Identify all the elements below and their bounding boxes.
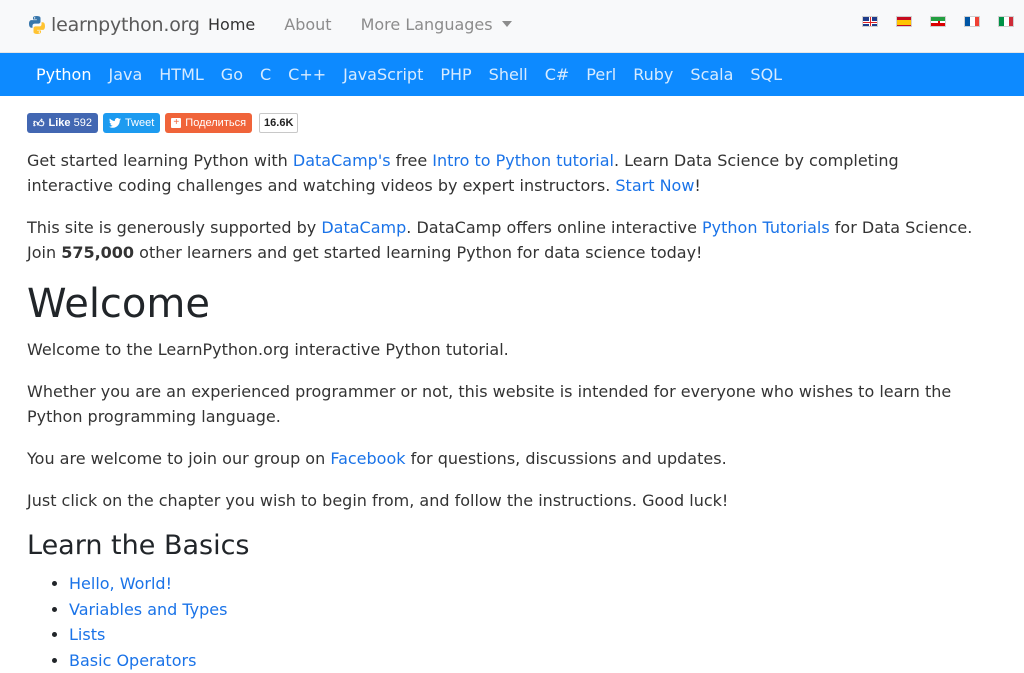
flag-italy-icon[interactable] (998, 16, 1014, 27)
flag-spain-icon[interactable] (896, 16, 912, 27)
tweet-label: Tweet (125, 117, 154, 129)
nav-about-link[interactable]: About (284, 15, 331, 34)
site-logo[interactable]: learnpython.org (27, 14, 200, 36)
intro-text: . DataCamp offers online interactive (406, 218, 702, 237)
lang-shell-link[interactable]: Shell (489, 65, 528, 84)
share-button[interactable]: + Поделиться (165, 113, 252, 133)
python-logo-icon (27, 15, 47, 35)
welcome-paragraph-1: Welcome to the LearnPython.org interacti… (27, 337, 987, 362)
lang-html-link[interactable]: HTML (159, 65, 204, 84)
intro-paragraph-1: Get started learning Python with DataCam… (27, 148, 987, 198)
nav-home-link[interactable]: Home (208, 15, 255, 34)
share-count: 16.6K (259, 113, 298, 133)
twitter-bird-icon (109, 118, 121, 128)
python-tutorials-link[interactable]: Python Tutorials (702, 218, 830, 237)
list-item: Variables and Types (69, 597, 987, 623)
intro-text: Get started learning Python with (27, 151, 293, 170)
lang-cpp-link[interactable]: C++ (288, 65, 326, 84)
lang-python-link[interactable]: Python (36, 65, 91, 84)
like-count: 592 (74, 117, 92, 129)
welcome-paragraph-4: Just click on the chapter you wish to be… (27, 488, 987, 513)
welcome-paragraph-2: Whether you are an experienced programme… (27, 379, 987, 429)
tweet-button[interactable]: Tweet (103, 113, 160, 133)
lang-java-link[interactable]: Java (108, 65, 142, 84)
lang-php-link[interactable]: PHP (440, 65, 471, 84)
social-buttons: 👍︎ Like 592 Tweet + Поделиться 16.6K (27, 112, 987, 134)
welcome-text: You are welcome to join our group on (27, 449, 330, 468)
flag-france-icon[interactable] (964, 16, 980, 27)
intro-paragraph-2: This site is generously supported by Dat… (27, 215, 987, 265)
learn-basics-heading: Learn the Basics (27, 530, 987, 561)
datacamp-link[interactable]: DataCamp's (293, 151, 391, 170)
lang-csharp-link[interactable]: C# (545, 65, 570, 84)
lang-c-link[interactable]: C (260, 65, 271, 84)
facebook-group-link[interactable]: Facebook (330, 449, 405, 468)
main-nav: Home About More Languages (208, 15, 541, 34)
top-navbar: learnpython.org Home About More Language… (0, 0, 1024, 53)
learner-count: 575,000 (61, 243, 134, 262)
intro-text: ! (694, 176, 700, 195)
like-label: Like (49, 117, 71, 129)
chapter-hello-world-link[interactable]: Hello, World! (69, 574, 172, 593)
basics-chapter-list: Hello, World! Variables and Types Lists … (27, 571, 987, 673)
logo-text: learnpython.org (51, 14, 200, 36)
intro-text: This site is generously supported by (27, 218, 321, 237)
nav-more-languages-label: More Languages (361, 15, 493, 34)
intro-text: free (391, 151, 433, 170)
intro-tutorial-link[interactable]: Intro to Python tutorial (432, 151, 614, 170)
plus-icon: + (171, 118, 181, 128)
flag-iran-icon[interactable] (930, 16, 946, 27)
list-item: Basic Operators (69, 648, 987, 673)
lang-sql-link[interactable]: SQL (750, 65, 782, 84)
list-item: Lists (69, 622, 987, 648)
welcome-text: for questions, discussions and updates. (406, 449, 727, 468)
caret-down-icon (502, 21, 512, 27)
lang-perl-link[interactable]: Perl (586, 65, 616, 84)
chapter-variables-types-link[interactable]: Variables and Types (69, 600, 227, 619)
lang-go-link[interactable]: Go (221, 65, 243, 84)
welcome-heading: Welcome (27, 279, 987, 329)
main-content: 👍︎ Like 592 Tweet + Поделиться 16.6K Get… (27, 112, 987, 673)
thumbs-up-icon: 👍︎ (33, 117, 45, 130)
lang-javascript-link[interactable]: JavaScript (343, 65, 423, 84)
language-flags (844, 16, 1014, 27)
flag-uk-icon[interactable] (862, 16, 878, 27)
share-label: Поделиться (185, 117, 246, 129)
chapter-basic-operators-link[interactable]: Basic Operators (69, 651, 196, 670)
programming-language-bar: Python Java HTML Go C C++ JavaScript PHP… (0, 53, 1024, 96)
start-now-link[interactable]: Start Now (615, 176, 694, 195)
facebook-like-button[interactable]: 👍︎ Like 592 (27, 113, 98, 133)
list-item: Hello, World! (69, 571, 987, 597)
nav-more-languages-dropdown[interactable]: More Languages (361, 15, 512, 34)
chapter-lists-link[interactable]: Lists (69, 625, 105, 644)
intro-text: other learners and get started learning … (134, 243, 702, 262)
welcome-paragraph-3: You are welcome to join our group on Fac… (27, 446, 987, 471)
datacamp-support-link[interactable]: DataCamp (321, 218, 406, 237)
lang-ruby-link[interactable]: Ruby (633, 65, 673, 84)
lang-scala-link[interactable]: Scala (690, 65, 733, 84)
